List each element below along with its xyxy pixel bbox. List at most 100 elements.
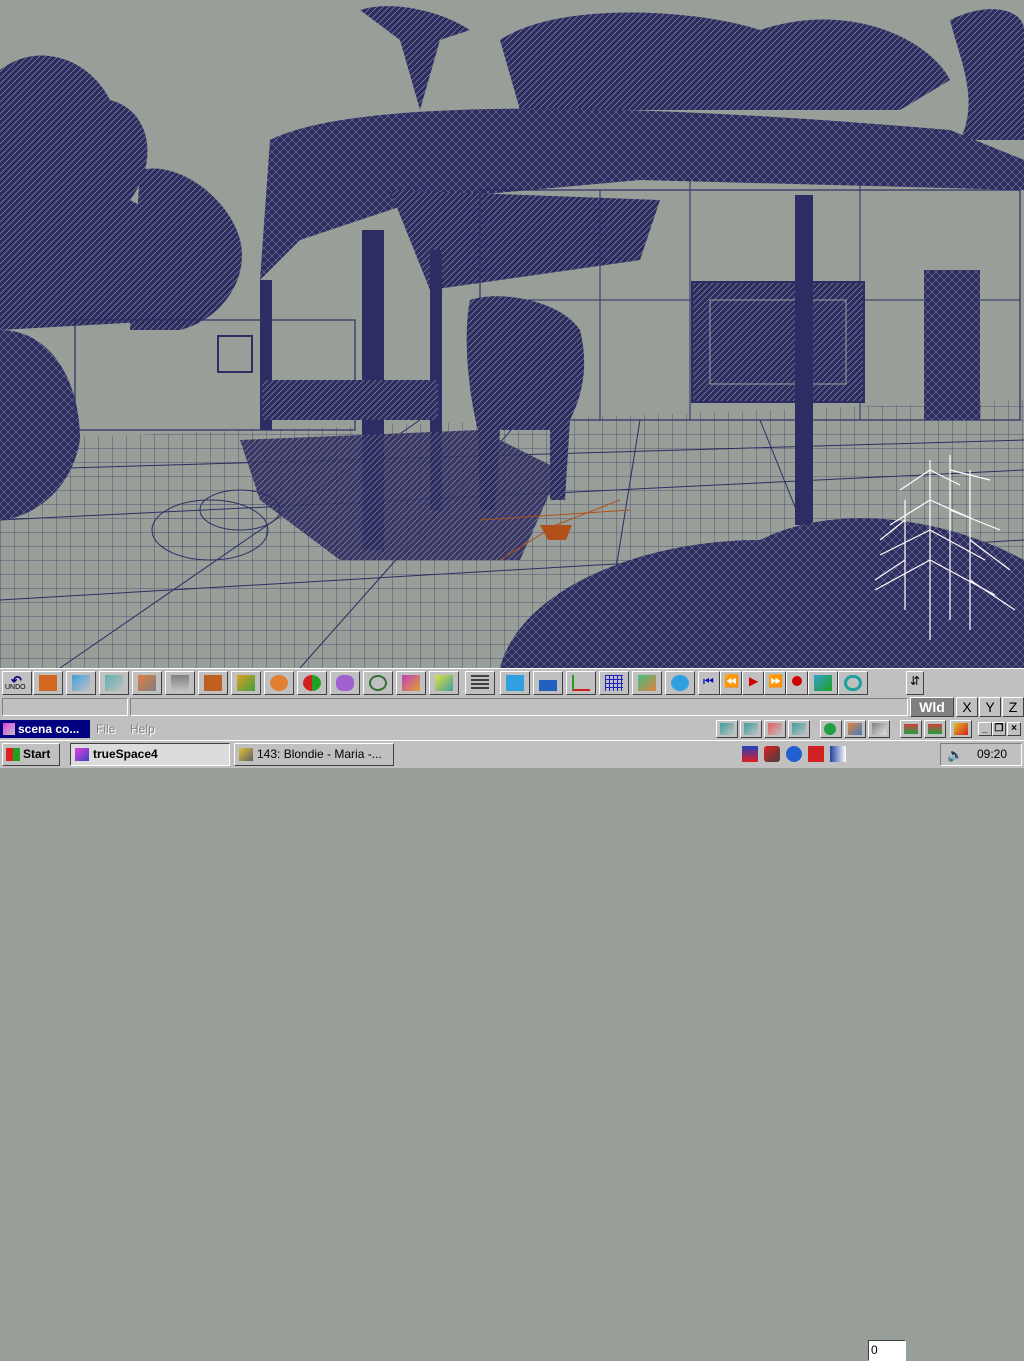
- frame-number-field[interactable]: 0: [868, 1340, 906, 1361]
- close-button[interactable]: ×: [1007, 722, 1021, 736]
- view-options-button[interactable]: [924, 720, 946, 738]
- render-object-icon: [848, 723, 862, 735]
- info-button[interactable]: [165, 671, 195, 695]
- view-options-icon: [928, 724, 942, 734]
- loop-button[interactable]: [838, 671, 868, 695]
- rotate-button[interactable]: [231, 671, 261, 695]
- arrow-icon: [105, 675, 123, 691]
- task-truespace-label: trueSpace4: [93, 747, 158, 761]
- axis-z-button[interactable]: Z: [1002, 697, 1024, 717]
- next-frame-button[interactable]: ⏩: [764, 671, 786, 695]
- minimize-icon: _: [982, 723, 988, 734]
- browser-icon[interactable]: [786, 746, 802, 762]
- rewind-icon: ⏪: [724, 674, 739, 688]
- axes-icon: [572, 675, 590, 691]
- axes-button[interactable]: [566, 671, 596, 695]
- cube-icon: [39, 675, 57, 691]
- scale-button[interactable]: [198, 671, 228, 695]
- select-button[interactable]: [99, 671, 129, 695]
- view-top-button[interactable]: [740, 720, 762, 738]
- help-tool-button[interactable]: [950, 720, 972, 738]
- view-icon: [638, 675, 656, 691]
- metaball-button[interactable]: [330, 671, 360, 695]
- menu-file[interactable]: File: [96, 722, 115, 736]
- minimize-button[interactable]: _: [978, 722, 992, 736]
- task-truespace[interactable]: trueSpace4: [70, 743, 230, 766]
- figure-button[interactable]: [533, 671, 563, 695]
- task-winamp[interactable]: 143: Blondie - Maria -...: [234, 743, 394, 766]
- grid-panel-button[interactable]: [465, 671, 495, 695]
- prev-frame-button[interactable]: ⏪: [720, 671, 742, 695]
- cube-primitive-button[interactable]: [500, 671, 530, 695]
- perspective-icon: [720, 723, 734, 735]
- path-icon: [814, 675, 832, 691]
- figure-icon: [539, 675, 557, 691]
- display-icon: [904, 724, 918, 734]
- grid-icon: [605, 675, 623, 691]
- status-help-text: [130, 698, 908, 716]
- paint-icon: [402, 675, 420, 691]
- frame-spinner[interactable]: ⇵: [906, 671, 924, 695]
- play-button[interactable]: ▶: [742, 671, 764, 695]
- first-frame-icon: ⏮: [703, 674, 714, 688]
- render-area-icon: [872, 723, 886, 735]
- view-front-button[interactable]: [764, 720, 786, 738]
- view-perspective-button[interactable]: [716, 720, 738, 738]
- spinner-icon: ⇵: [910, 674, 921, 688]
- axis-x-button[interactable]: X: [956, 697, 978, 717]
- play-icon: ▶: [749, 674, 759, 688]
- restore-button[interactable]: ❐: [992, 722, 1006, 736]
- restore-icon: ❐: [994, 723, 1004, 734]
- document-title[interactable]: scena co...: [0, 720, 90, 738]
- display-options-button[interactable]: [900, 720, 922, 738]
- menu-help[interactable]: Help: [130, 722, 155, 736]
- sphere-button[interactable]: [264, 671, 294, 695]
- undo-button[interactable]: ↶ UNDO: [2, 671, 32, 695]
- render-icon: [435, 675, 453, 691]
- tray-app-icon-1[interactable]: [742, 746, 758, 762]
- loop-icon: [844, 675, 862, 691]
- paint-button[interactable]: [396, 671, 426, 695]
- panel-icon: [471, 675, 489, 691]
- coord-system-button[interactable]: Wld: [910, 697, 954, 717]
- undo-label: UNDO: [5, 684, 26, 691]
- eye-move-button[interactable]: [132, 671, 162, 695]
- record-icon: [792, 676, 802, 686]
- windows-logo-icon: [6, 748, 20, 761]
- view-button[interactable]: [632, 671, 662, 695]
- volume-icon[interactable]: 🔈: [947, 747, 963, 763]
- render-area-button[interactable]: [868, 720, 890, 738]
- view-left-button[interactable]: [788, 720, 810, 738]
- record-button[interactable]: [786, 671, 808, 695]
- point-edit-button[interactable]: [66, 671, 96, 695]
- help-icon: [954, 723, 968, 735]
- first-frame-button[interactable]: ⏮: [698, 671, 720, 695]
- tray-app-icon-4[interactable]: [830, 746, 846, 762]
- top-view-icon: [744, 723, 758, 735]
- tray-app-icon-2[interactable]: [764, 746, 780, 762]
- grid-snap-button[interactable]: [599, 671, 629, 695]
- blue-cube-icon: [506, 675, 524, 691]
- render-button[interactable]: [429, 671, 459, 695]
- metaball-icon: [336, 675, 354, 691]
- start-button[interactable]: Start: [2, 743, 60, 766]
- down-arrow-icon: [171, 675, 189, 691]
- 3d-text-button[interactable]: [665, 671, 695, 695]
- sphere-icon: [270, 675, 288, 691]
- 3d-viewport[interactable]: [0, 0, 1024, 668]
- sweep-icon: [369, 675, 387, 691]
- render-scene-button[interactable]: [820, 720, 842, 738]
- object-tool-button[interactable]: [33, 671, 63, 695]
- sweep-button[interactable]: [363, 671, 393, 695]
- status-field-left: [2, 698, 128, 716]
- move-icon: [138, 675, 156, 691]
- render-object-button[interactable]: [844, 720, 866, 738]
- front-view-icon: [768, 723, 782, 735]
- truespace-app-icon: [75, 748, 89, 761]
- system-tray: 🔈 09:20: [940, 743, 1022, 766]
- tray-app-icon-3[interactable]: [808, 746, 824, 762]
- axis-y-button[interactable]: Y: [979, 697, 1001, 717]
- material-button[interactable]: [297, 671, 327, 695]
- animation-path-button[interactable]: [808, 671, 838, 695]
- task-winamp-label: 143: Blondie - Maria -...: [257, 747, 382, 761]
